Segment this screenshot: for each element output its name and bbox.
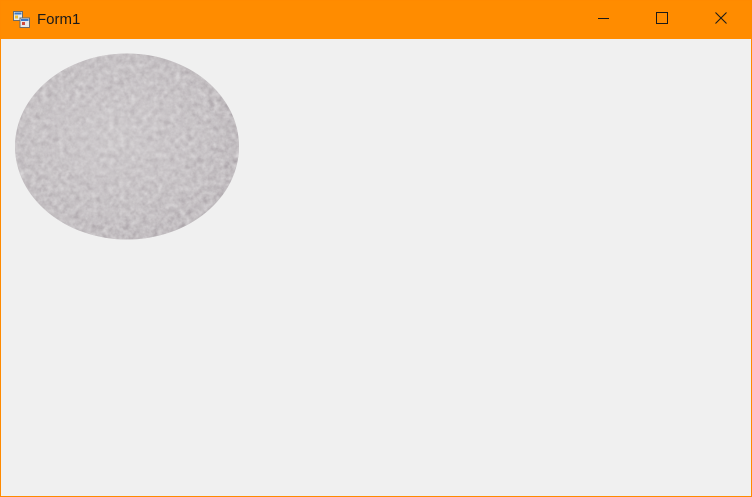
close-icon xyxy=(715,11,727,29)
close-button[interactable] xyxy=(692,1,750,39)
title-bar[interactable]: Form1 xyxy=(1,1,751,39)
minimize-button[interactable] xyxy=(575,1,633,39)
form-client-area xyxy=(1,39,751,496)
window-title: Form1 xyxy=(37,11,81,28)
stone-texture-ellipse xyxy=(15,53,239,240)
form1-window: Form1 xyxy=(0,0,752,497)
form-app-icon[interactable] xyxy=(13,11,30,28)
ellipse-picture-box[interactable] xyxy=(14,53,240,240)
minimize-icon xyxy=(598,11,610,29)
maximize-button[interactable] xyxy=(633,1,691,39)
maximize-icon xyxy=(656,11,668,29)
